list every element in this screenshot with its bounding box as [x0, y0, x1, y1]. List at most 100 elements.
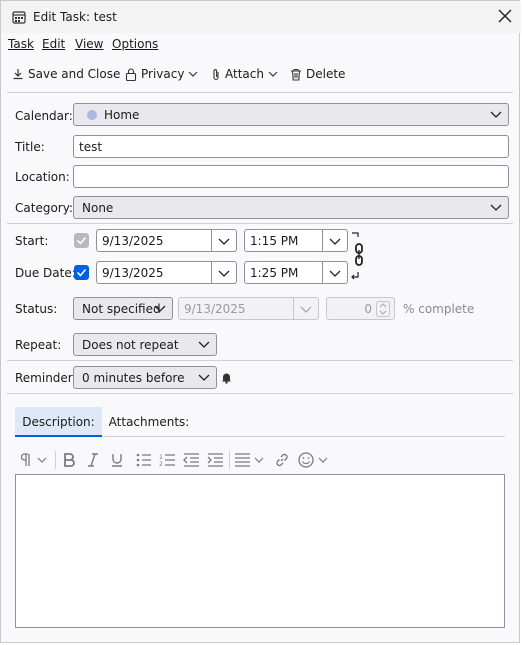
chevron-down-icon	[198, 341, 210, 348]
reminder-select[interactable]: 0 minutes before	[73, 366, 217, 389]
chevron-down-icon	[329, 270, 341, 277]
attach-button[interactable]: Attach	[211, 63, 278, 85]
menu-task-label: Task	[8, 37, 34, 51]
category-label: Category:	[15, 201, 73, 215]
calendar-value: Home	[104, 107, 140, 122]
menu-edit[interactable]: Edit	[42, 37, 65, 51]
description-editor[interactable]	[15, 474, 505, 628]
insert-link-button[interactable]	[271, 450, 293, 470]
calendar-select[interactable]: Home	[73, 103, 509, 126]
start-date-dropdown[interactable]	[211, 230, 236, 251]
align-button[interactable]	[233, 450, 267, 470]
underline-button[interactable]	[107, 450, 127, 470]
bell-icon	[222, 373, 231, 384]
repeat-select[interactable]: Does not repeat	[73, 333, 217, 356]
chevron-down-icon	[154, 305, 166, 312]
start-checkbox[interactable]	[74, 233, 89, 248]
reminder-label: Reminder:	[15, 371, 77, 385]
menu-task[interactable]: Task	[8, 37, 34, 51]
menu-view[interactable]: View	[75, 37, 103, 51]
bullet-list-button[interactable]	[133, 450, 153, 470]
menu-options[interactable]: Options	[112, 37, 158, 51]
tab-description[interactable]: Description:	[15, 407, 102, 437]
paragraph-icon	[20, 453, 47, 466]
attach-label: Attach	[225, 67, 264, 81]
percent-value: 0	[364, 301, 372, 316]
category-value: None	[82, 200, 114, 215]
section-separator	[7, 393, 513, 394]
start-time-input[interactable]: 1:15 PM	[244, 229, 348, 252]
indent-button[interactable]	[205, 450, 225, 470]
status-label: Status:	[15, 302, 58, 316]
tab-attachments-label: Attachments:	[108, 415, 190, 429]
paragraph-format-button[interactable]	[19, 450, 49, 470]
numbered-list-button[interactable]: 12	[157, 450, 177, 470]
outdent-button[interactable]	[181, 450, 201, 470]
format-separator	[55, 451, 56, 469]
numbered-list-icon: 12	[159, 454, 175, 467]
section-separator	[7, 223, 513, 224]
download-icon	[13, 69, 23, 80]
chevron-down-icon	[218, 238, 230, 245]
link-icon	[276, 453, 288, 467]
delete-button[interactable]: Delete	[290, 63, 345, 85]
tab-baseline	[102, 436, 505, 437]
due-date-checkbox[interactable]	[74, 265, 89, 280]
title-value: test	[79, 139, 103, 154]
status-select[interactable]: Not specified	[73, 297, 173, 320]
menu-options-label: Options	[112, 37, 159, 51]
title-input[interactable]: test	[73, 135, 509, 158]
due-time-value: 1:25 PM	[250, 265, 299, 280]
checkmark-icon	[76, 268, 87, 277]
emoji-button[interactable]	[297, 450, 331, 470]
start-date-input[interactable]: 9/13/2025	[96, 229, 237, 252]
tab-attachments[interactable]: Attachments:	[107, 407, 191, 437]
paperclip-icon	[213, 68, 219, 80]
start-time-dropdown[interactable]	[322, 230, 347, 251]
link-dates-icon[interactable]	[350, 232, 366, 282]
checkmark-icon	[76, 236, 87, 245]
repeat-value: Does not repeat	[82, 337, 179, 352]
emoji-icon	[298, 452, 328, 468]
svg-text:2: 2	[159, 461, 163, 467]
active-tab-indicator	[15, 435, 102, 437]
title-label: Title:	[15, 140, 45, 154]
location-label: Location:	[15, 170, 70, 184]
close-window-button[interactable]	[495, 6, 515, 26]
calendar-label: Calendar:	[15, 109, 73, 123]
window-title: Edit Task: test	[33, 10, 117, 24]
category-select[interactable]: None	[73, 196, 509, 219]
close-icon	[498, 9, 512, 23]
chevron-down-icon	[490, 111, 502, 118]
due-time-input[interactable]: 1:25 PM	[244, 261, 348, 284]
menu-edit-label: Edit	[42, 37, 66, 51]
due-date-label: Due Date:	[15, 266, 76, 280]
location-input[interactable]	[73, 165, 509, 188]
reminder-value: 0 minutes before	[82, 370, 185, 385]
bold-icon	[64, 453, 75, 467]
italic-button[interactable]	[83, 450, 103, 470]
due-date-value: 9/13/2025	[102, 265, 164, 280]
chevron-down-icon	[490, 204, 502, 211]
calendar-color-dot	[87, 109, 97, 120]
due-date-dropdown[interactable]	[211, 262, 236, 283]
spinner-arrows-icon	[376, 301, 390, 317]
repeat-label: Repeat:	[15, 338, 62, 352]
start-date-value: 9/13/2025	[102, 233, 164, 248]
bold-button[interactable]	[59, 450, 79, 470]
delete-label: Delete	[306, 67, 346, 81]
outdent-icon	[183, 453, 199, 467]
due-date-input[interactable]: 9/13/2025	[96, 261, 237, 284]
due-time-dropdown[interactable]	[322, 262, 347, 283]
chevron-down-icon	[218, 270, 230, 277]
format-separator	[229, 451, 230, 469]
indent-icon	[207, 453, 223, 467]
save-and-close-button[interactable]: Save and Close	[12, 63, 120, 85]
chevron-down-icon	[198, 374, 210, 381]
calendar-app-icon	[12, 11, 26, 24]
start-time-value: 1:15 PM	[250, 233, 299, 248]
completed-date-value: 9/13/2025	[184, 301, 246, 316]
chevron-down-icon	[300, 306, 312, 313]
status-value: Not specified	[82, 301, 161, 316]
privacy-button[interactable]: Privacy	[125, 63, 198, 85]
